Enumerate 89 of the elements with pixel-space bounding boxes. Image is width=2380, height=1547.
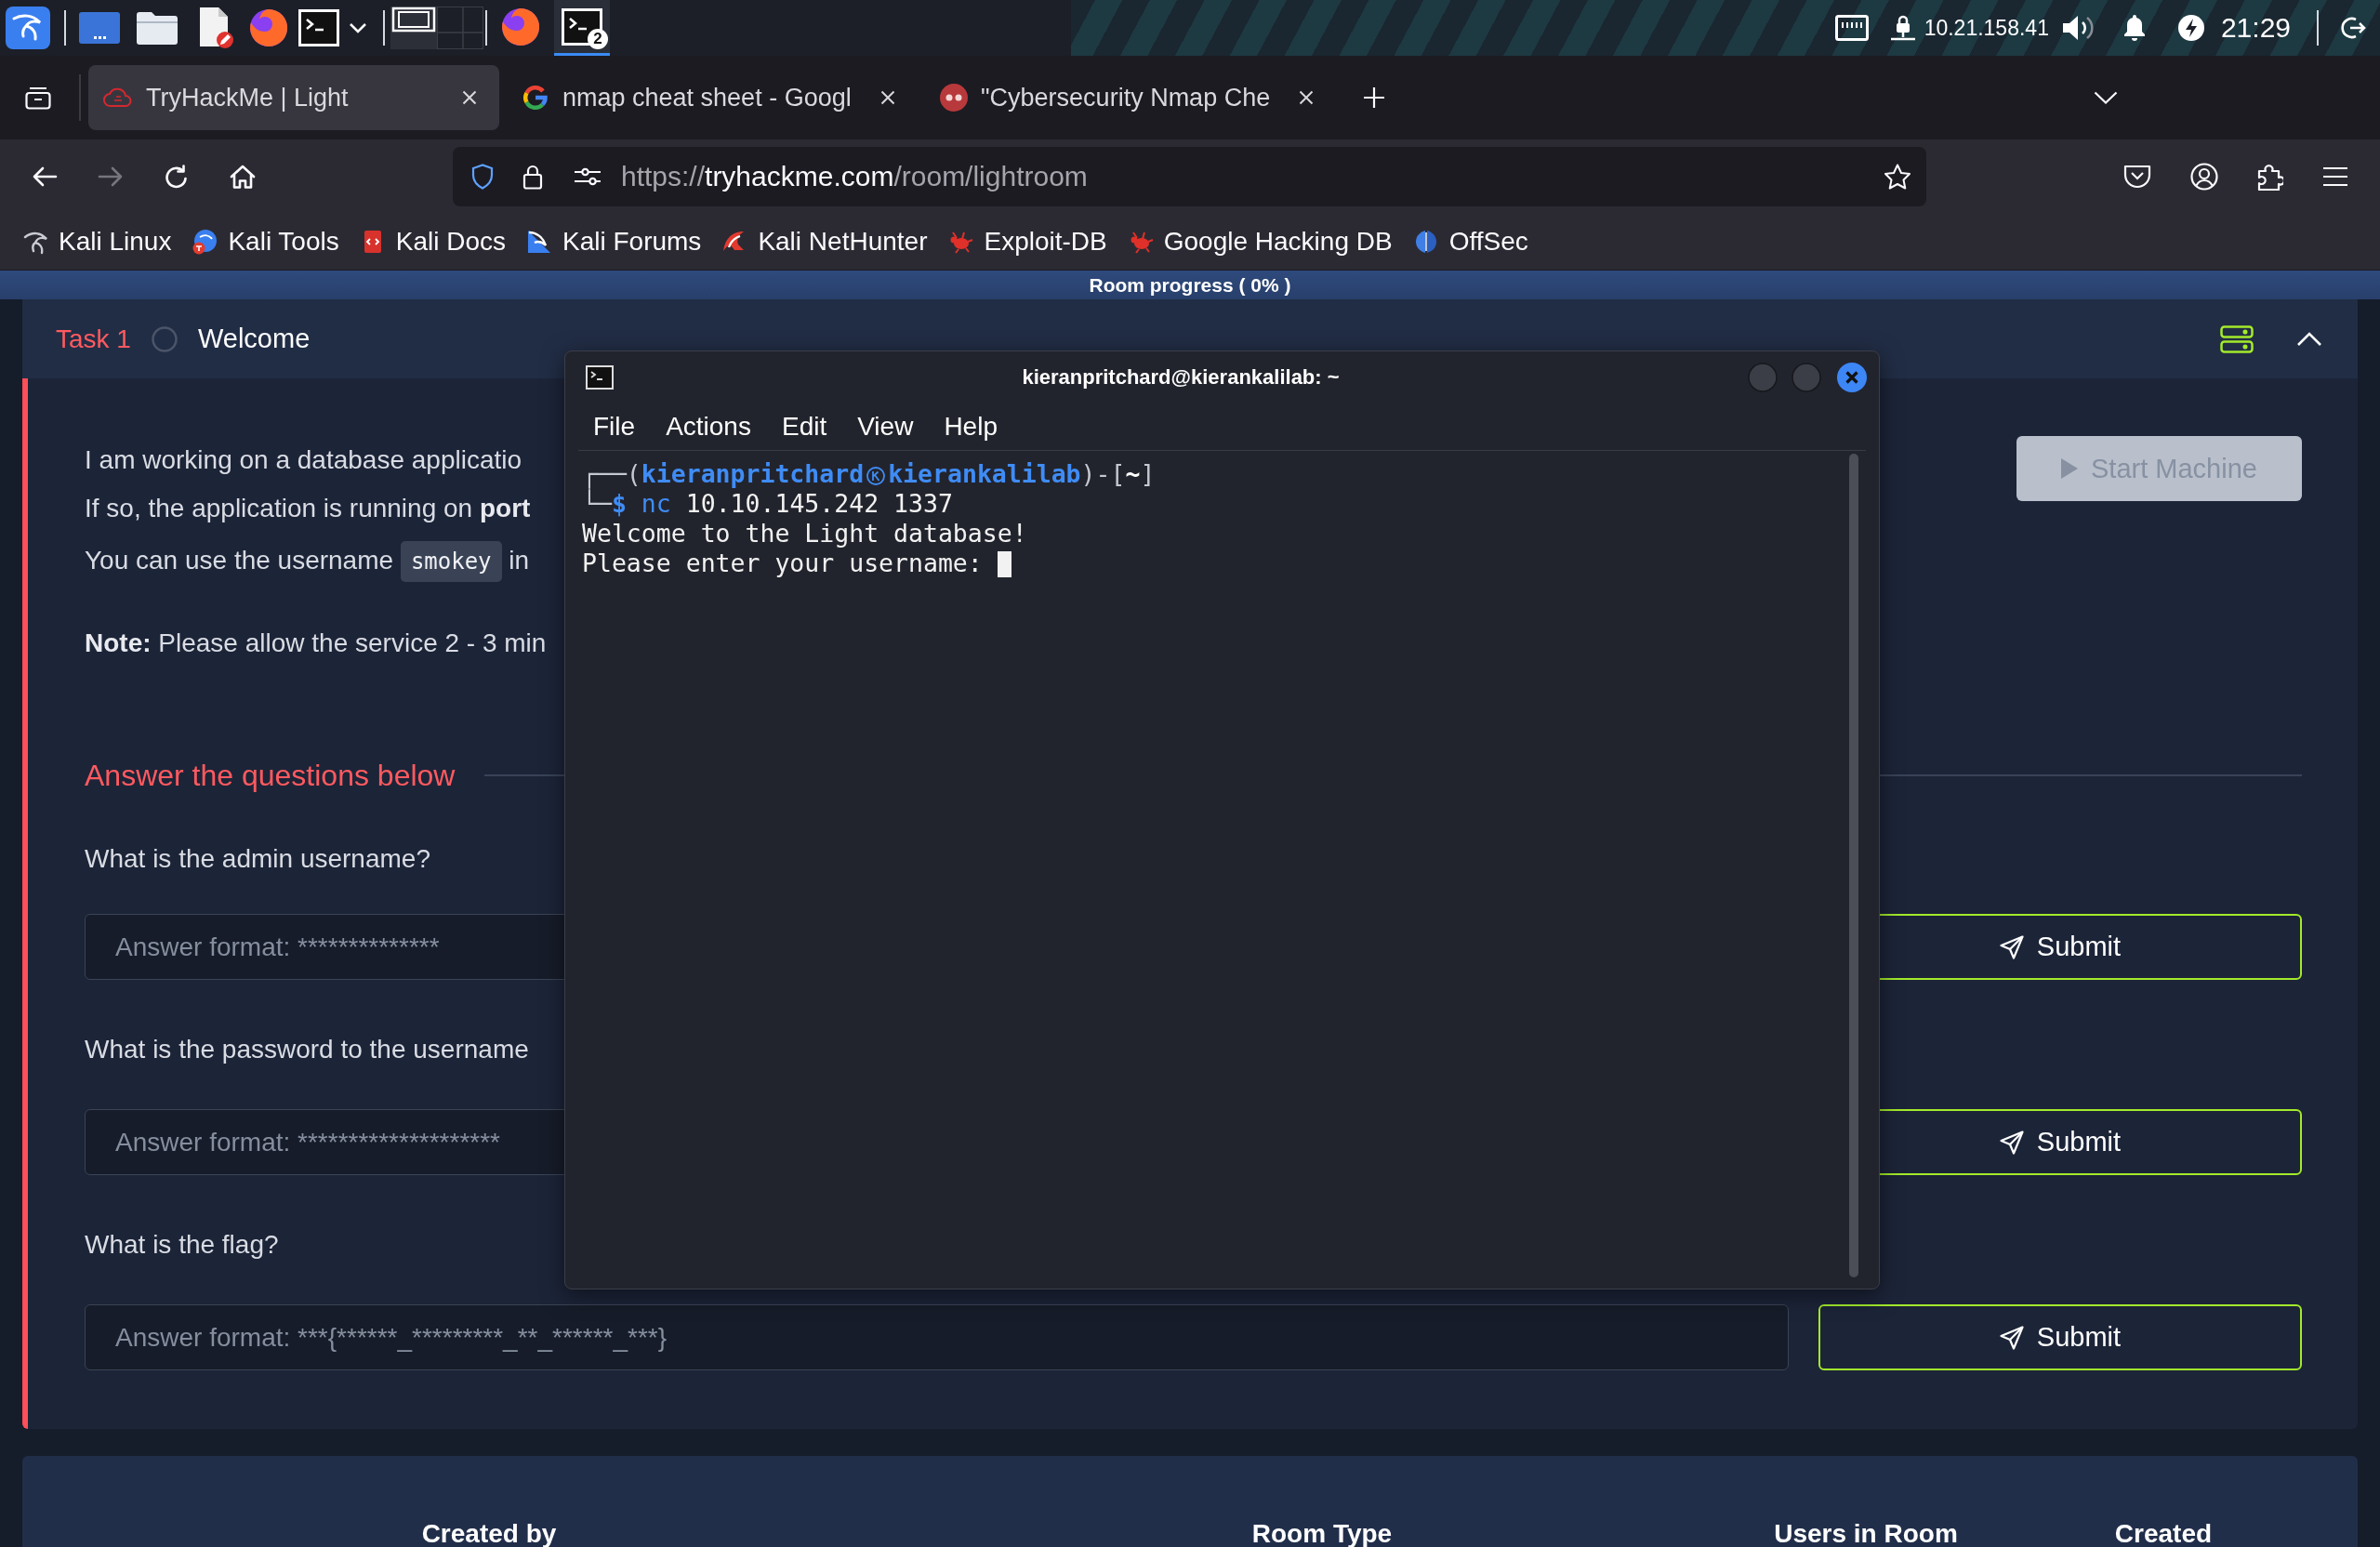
taskbar-window-button[interactable]: 2 <box>554 0 610 56</box>
star-icon[interactable] <box>1884 164 1911 190</box>
browser-tab[interactable]: nmap cheat sheet - Googl <box>507 65 918 130</box>
caret-down-icon[interactable] <box>349 22 367 33</box>
close-icon[interactable] <box>1837 362 1867 392</box>
home-icon[interactable] <box>230 165 256 189</box>
answer-field[interactable]: Answer format: ***{******_*********_**_******_***} <box>85 1304 1789 1370</box>
vpn-icon[interactable] <box>1888 14 1917 42</box>
bookmark-link[interactable]: Google Hacking DB <box>1127 227 1393 257</box>
vpn-address: 10.21.158.41 <box>1924 15 2049 41</box>
menu-item[interactable]: Help <box>944 411 998 442</box>
browser-tab[interactable]: "Cybersecurity Nmap Che <box>925 65 1336 130</box>
g-logo-icon <box>522 84 549 112</box>
workspace-switcher[interactable] <box>390 7 483 49</box>
browser-icon[interactable] <box>250 9 287 46</box>
send-icon <box>1999 934 2024 959</box>
terminal-icon[interactable] <box>298 9 339 46</box>
cloud-icon <box>103 86 133 109</box>
task-text: Note: Please allow the service 2 - 3 min <box>85 628 547 659</box>
network-icon[interactable] <box>1834 15 1869 41</box>
pocket-icon[interactable] <box>2123 164 2151 190</box>
task-title: Welcome <box>197 324 311 354</box>
task-text: You can use the username smokey in <box>85 533 530 589</box>
browser-icon <box>502 7 539 46</box>
circle-logo-icon <box>940 84 968 112</box>
bookmark-link[interactable]: Exploit-DB <box>947 227 1107 257</box>
bookmark-link[interactable]: Kali Forums <box>526 227 702 257</box>
triangle-logo-icon <box>526 229 552 255</box>
sliders-icon[interactable] <box>574 167 602 186</box>
column-heading: Users in Room <box>1773 1519 1959 1547</box>
address-bar[interactable]: https://tryhackme.com/room/lightroom <box>453 147 1926 206</box>
task-number: Task 1 <box>56 324 131 354</box>
terminal-line: Welcome to the Light database! <box>582 519 1027 549</box>
logo-icon[interactable] <box>6 7 50 49</box>
menu-icon[interactable] <box>2322 166 2348 187</box>
close-icon[interactable] <box>880 90 895 105</box>
bookmark-link[interactable]: Kali Linux <box>22 227 172 257</box>
menu-item[interactable]: Actions <box>666 411 751 442</box>
send-icon <box>1999 1325 2024 1350</box>
task-text: If so, the application is running on port <box>85 493 531 524</box>
back-icon[interactable] <box>32 165 58 189</box>
question-text: What is the flag? <box>85 1229 279 1261</box>
clock: 21:29 <box>2220 12 2291 44</box>
browser-tab[interactable]: TryHackMe | Light <box>88 65 499 130</box>
menu-item[interactable]: View <box>857 411 914 442</box>
bookmark-link[interactable]: Kali Docs <box>359 227 506 257</box>
close-icon[interactable] <box>1299 90 1314 105</box>
terminal-line: └─$ nc 10.10.145.242 1337 <box>582 489 953 519</box>
plus-icon[interactable] <box>1364 87 1384 108</box>
room-progress-banner: Room progress ( 0% ) <box>0 271 2380 299</box>
code-snippet: smokey <box>400 541 502 582</box>
play-icon <box>2061 458 2079 479</box>
logout-icon[interactable] <box>2340 15 2366 41</box>
menu-item[interactable]: File <box>593 411 636 442</box>
shield-icon[interactable] <box>471 164 494 190</box>
terminal-icon <box>562 7 602 46</box>
terminal-icon <box>586 364 614 390</box>
submit-button[interactable]: Submit <box>1818 1304 2302 1370</box>
task-text: I am working on a database applicatio <box>85 444 522 476</box>
lock-icon[interactable] <box>522 164 543 190</box>
terminal-line: ┌──(kieranpritchard kierankalilab)-[~] <box>582 459 1156 489</box>
folder-icon[interactable] <box>137 11 178 45</box>
close-icon[interactable] <box>462 90 477 105</box>
column-heading: Created by <box>420 1519 558 1547</box>
server-icon[interactable] <box>2220 324 2254 353</box>
window-count-badge: 2 <box>588 29 608 49</box>
scrollbar[interactable] <box>1849 454 1858 1277</box>
menu-item[interactable]: Edit <box>781 411 827 442</box>
circle-badge-icon <box>192 229 218 255</box>
send-icon <box>1999 1130 2024 1155</box>
chevron-down-icon[interactable] <box>2094 91 2118 104</box>
circled-glyph-icon <box>866 467 886 485</box>
column-heading: Room Type <box>1250 1519 1394 1547</box>
volume-icon[interactable] <box>2061 13 2094 43</box>
tab-overview-icon[interactable] <box>25 86 51 110</box>
bookmark-link[interactable]: Kali Tools <box>192 227 339 257</box>
document-edit-icon[interactable] <box>198 7 233 48</box>
account-icon[interactable] <box>2190 163 2218 191</box>
caret-up-icon[interactable] <box>2296 331 2322 347</box>
question-text: What is the password to the username <box>85 1034 529 1065</box>
power-icon[interactable] <box>2177 15 2204 41</box>
bookmark-link[interactable]: OffSec <box>1412 227 1528 257</box>
bookmark-link[interactable]: Kali NetHunter <box>721 227 928 257</box>
terminal-line: Please enter your username: <box>582 549 1012 578</box>
reload-icon[interactable] <box>164 165 190 189</box>
question-text: What is the admin username? <box>85 843 430 875</box>
section-heading: Answer the questions below <box>85 758 456 793</box>
puzzle-icon[interactable] <box>2257 163 2283 191</box>
column-heading: Created <box>2113 1519 2214 1547</box>
